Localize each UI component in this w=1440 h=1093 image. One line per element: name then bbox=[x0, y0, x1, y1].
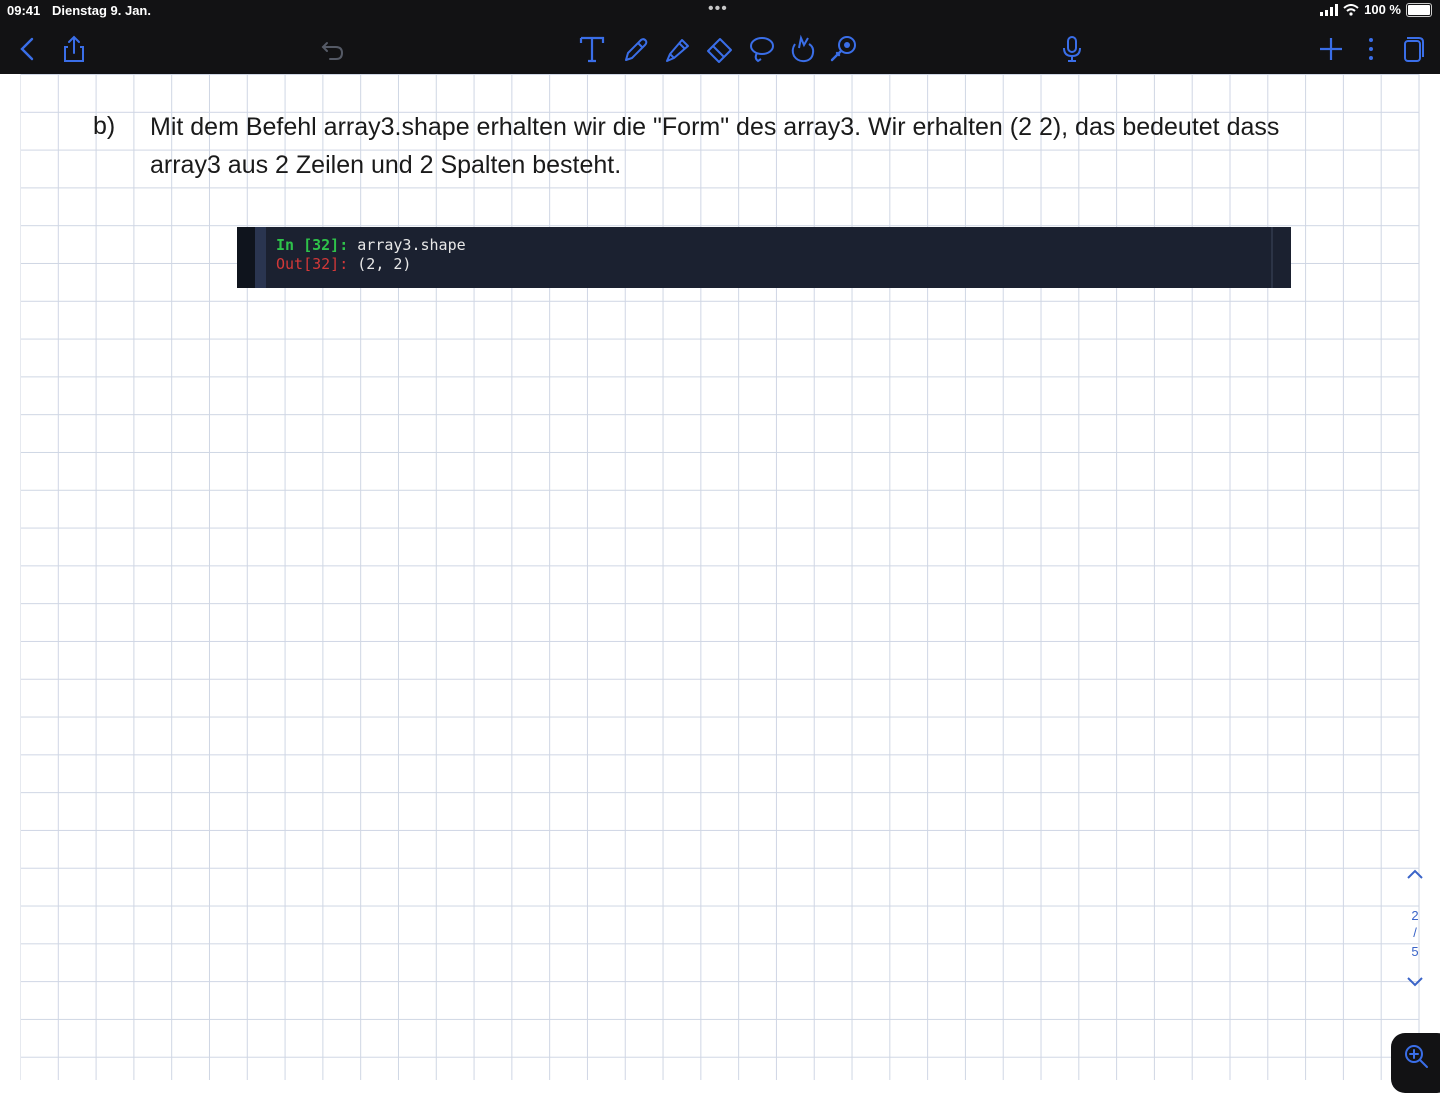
cellular-signal-icon bbox=[1320, 3, 1339, 16]
wifi-icon bbox=[1343, 3, 1359, 16]
pages-button[interactable] bbox=[1395, 32, 1429, 66]
undo-button[interactable] bbox=[316, 32, 350, 66]
back-button[interactable] bbox=[10, 32, 44, 66]
code-output-line: Out[32]: (2, 2) bbox=[276, 255, 411, 273]
page-down-icon[interactable] bbox=[1406, 976, 1424, 988]
battery-level bbox=[1408, 4, 1430, 15]
add-page-button[interactable] bbox=[1314, 32, 1348, 66]
page-separator: / bbox=[1413, 925, 1417, 940]
pen-tool-button[interactable] bbox=[618, 32, 652, 66]
page-margin-left bbox=[0, 74, 21, 1080]
pages-icon bbox=[1404, 37, 1424, 62]
pen-tool-icon bbox=[625, 38, 648, 61]
zoom-button[interactable] bbox=[1391, 1033, 1440, 1093]
laser-pointer-button[interactable] bbox=[826, 32, 860, 66]
shapes-tool-icon bbox=[791, 34, 815, 63]
eraser-tool-button[interactable] bbox=[702, 32, 736, 66]
top-toolbar: 09:41 Dienstag 9. Jan. ••• 100 % bbox=[0, 0, 1440, 74]
text-tool-icon bbox=[579, 36, 605, 63]
highlighter-tool-button[interactable] bbox=[660, 32, 694, 66]
page-navigator: 2 / 5 bbox=[1402, 868, 1428, 998]
total-pages: 5 bbox=[1411, 944, 1419, 959]
battery-icon bbox=[1406, 2, 1432, 17]
microphone-button[interactable] bbox=[1055, 32, 1089, 66]
text-tool-button[interactable] bbox=[575, 32, 609, 66]
status-date: Dienstag 9. Jan. bbox=[52, 3, 151, 18]
note-line-1: Mit dem Befehl array3.shape erhalten wir… bbox=[150, 113, 1280, 141]
status-time: 09:41 bbox=[7, 3, 41, 18]
multitasking-dots-icon[interactable]: ••• bbox=[708, 0, 728, 18]
input-prompt: In [32]: bbox=[276, 236, 349, 254]
laser-pointer-icon bbox=[830, 36, 856, 62]
lasso-tool-button[interactable] bbox=[744, 32, 778, 66]
battery-percent: 100 % bbox=[1364, 2, 1401, 17]
more-icon bbox=[1369, 38, 1373, 60]
code-cell-screenshot: In [32]: array3.shape Out[32]: (2, 2) bbox=[237, 227, 1291, 288]
note-text: Mit dem Befehl array3.shape erhalten wir… bbox=[150, 108, 1380, 184]
input-code: array3.shape bbox=[357, 236, 466, 254]
zoom-in-icon bbox=[1405, 1045, 1428, 1068]
page-up-icon[interactable] bbox=[1406, 868, 1424, 880]
undo-icon bbox=[321, 42, 344, 60]
highlighter-tool-icon bbox=[666, 39, 689, 62]
output-prompt: Out[32]: bbox=[276, 255, 349, 273]
task-label: b) bbox=[93, 112, 116, 140]
grid-page[interactable] bbox=[0, 74, 1440, 1080]
share-button[interactable] bbox=[57, 32, 91, 66]
add-page-icon bbox=[1320, 38, 1342, 60]
note-line-2: array3 aus 2 Zeilen und 2 Spalten besteh… bbox=[150, 151, 622, 179]
back-icon bbox=[20, 37, 34, 61]
more-button[interactable] bbox=[1354, 32, 1388, 66]
share-icon bbox=[64, 35, 84, 62]
code-input-line: In [32]: array3.shape bbox=[276, 236, 466, 254]
current-page-number: 2 bbox=[1411, 908, 1419, 923]
microphone-icon bbox=[1063, 36, 1081, 62]
output-value: (2, 2) bbox=[357, 255, 412, 273]
eraser-tool-icon bbox=[707, 38, 732, 63]
shapes-tool-button[interactable] bbox=[785, 32, 819, 66]
status-indicators: 100 % bbox=[1320, 2, 1432, 17]
lasso-tool-icon bbox=[750, 37, 774, 63]
